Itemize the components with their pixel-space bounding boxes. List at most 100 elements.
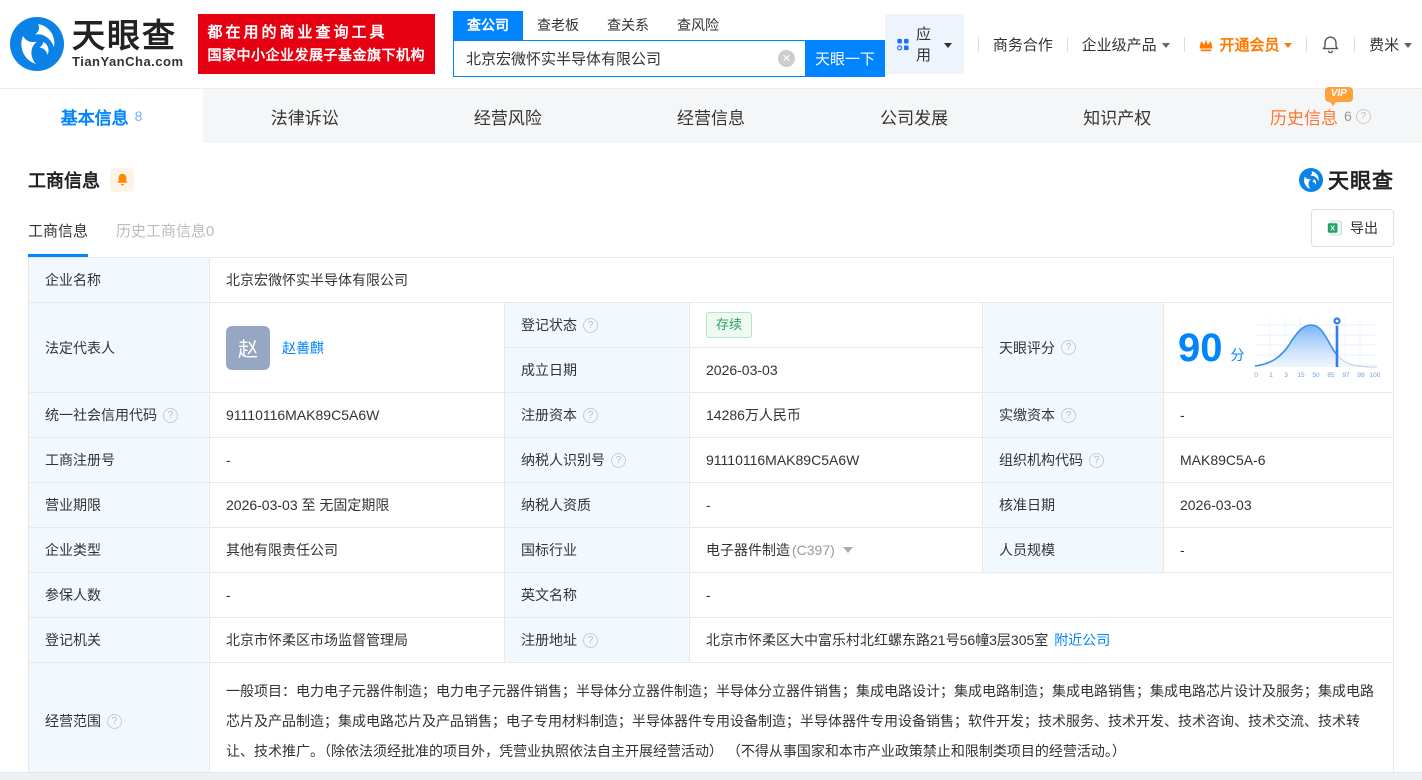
apps-menu-button[interactable]: 应用: [885, 14, 965, 74]
field-value-reg-number: -: [210, 438, 504, 482]
help-icon[interactable]: ?: [1061, 340, 1076, 355]
field-label-insured-count: 参保人数: [29, 573, 209, 617]
avatar[interactable]: 赵: [226, 325, 270, 370]
help-icon[interactable]: ?: [1089, 452, 1104, 468]
legal-rep-link[interactable]: 赵善麒: [282, 338, 324, 358]
vip-crown-icon: [1199, 39, 1213, 51]
field-value-company-name: 北京宏微怀实半导体有限公司: [210, 258, 1393, 302]
search-tab-boss[interactable]: 查老板: [523, 11, 593, 40]
vip-label: 开通会员: [1219, 36, 1280, 54]
industry-code: (C397): [792, 542, 835, 558]
search-button[interactable]: 天眼一下: [805, 40, 886, 77]
field-label-org-code: 组织机构代码 ?: [983, 438, 1163, 482]
subtab-business-info[interactable]: 工商信息: [28, 220, 89, 257]
field-label-paid-capital: 实缴资本 ?: [983, 393, 1163, 437]
tab-history-info[interactable]: VIP 历史信息 6 ?: [1219, 86, 1422, 143]
section-header: 工商信息 天眼查: [0, 143, 1422, 195]
field-value-reg-status: 存续: [690, 303, 982, 347]
reg-capital-label: 注册资本: [521, 407, 577, 423]
help-icon[interactable]: ?: [583, 407, 598, 423]
tianyancha-logo-icon: [10, 17, 64, 71]
field-label-company-type: 企业类型: [29, 528, 209, 572]
export-button[interactable]: X 导出: [1311, 209, 1394, 247]
field-label-english-name: 英文名称: [505, 573, 689, 617]
axis-tick: 0: [1254, 372, 1258, 379]
tab-basic-label: 基本信息: [60, 108, 129, 128]
chevron-down-icon[interactable]: [842, 547, 853, 553]
axis-tick: 3: [1284, 372, 1288, 379]
field-value-reg-authority: 北京市怀柔区市场监督管理局: [210, 618, 504, 662]
field-label-business-scope: 经营范围 ?: [29, 663, 209, 779]
field-value-industry[interactable]: 电子器件制造 (C397): [690, 528, 982, 572]
divider: [1066, 36, 1068, 52]
search-tab-relation[interactable]: 查关系: [593, 11, 663, 40]
help-icon[interactable]: ?: [163, 407, 178, 423]
logo[interactable]: 天眼查 TianYanCha.com: [10, 17, 184, 71]
svg-text:X: X: [1330, 224, 1335, 233]
tab-company-development[interactable]: 公司发展: [813, 89, 1016, 143]
field-label-company-name: 企业名称: [29, 258, 209, 302]
nearby-companies-link[interactable]: 附近公司: [1054, 630, 1110, 650]
chevron-down-icon: [1161, 42, 1170, 48]
clear-search-icon[interactable]: ✕: [778, 50, 796, 67]
field-label-approval-date: 核准日期: [983, 483, 1163, 527]
logo-domain: TianYanCha.com: [72, 54, 184, 69]
score-distribution-chart: 0 1 3 15 50 85 97 99 100: [1254, 315, 1380, 379]
tianyancha-logo-icon: [1299, 168, 1323, 192]
field-label-industry: 国标行业: [505, 528, 689, 572]
field-value-org-code: MAK89C5A-6: [1164, 438, 1393, 482]
tab-legal[interactable]: 法律诉讼: [203, 89, 406, 143]
page: 天眼查 TianYanCha.com 都在用的商业查询工具 国家中小企业发展子基…: [0, 0, 1422, 780]
field-value-reg-capital: 14286万人民币: [690, 393, 982, 437]
tab-basic-count: 8: [134, 108, 143, 124]
field-value-approval-date: 2026-03-03: [1164, 483, 1393, 527]
chevron-down-icon: [1404, 42, 1413, 48]
org-code-label: 组织机构代码: [999, 452, 1083, 468]
search-input[interactable]: [453, 40, 806, 77]
help-icon[interactable]: ?: [583, 317, 598, 333]
subscribe-bell-button[interactable]: [110, 168, 134, 192]
field-label-reg-authority: 登记机关: [29, 618, 209, 662]
notification-bell-button[interactable]: [1321, 35, 1340, 54]
nav-enterprise-products[interactable]: 企业级产品: [1082, 34, 1170, 55]
user-menu[interactable]: 费米: [1369, 34, 1413, 55]
divider: [1354, 36, 1356, 52]
reg-address-text: 北京市怀柔区大中富乐村北红螺东路21号56幢3层305室: [706, 632, 1049, 648]
chevron-down-icon: [1284, 42, 1293, 48]
subtab-history-business-info[interactable]: 历史工商信息0: [116, 220, 214, 257]
nav-open-vip[interactable]: 开通会员: [1198, 34, 1293, 55]
field-value-staff-size: -: [1164, 528, 1393, 572]
vip-badge: VIP: [1324, 86, 1353, 106]
axis-tick: 1: [1269, 372, 1273, 379]
nav-cooperation[interactable]: 商务合作: [993, 34, 1053, 55]
export-label: 导出: [1350, 220, 1378, 236]
field-value-business-scope: 一般项目：电力电子元器件制造；电力电子元器件销售；半导体分立器件制造；半导体分立…: [210, 663, 1393, 779]
business-scope-label: 经营范围: [45, 713, 101, 729]
field-value-reg-address: 北京市怀柔区大中富乐村北红螺东路21号56幢3层305室 附近公司: [690, 618, 1393, 662]
field-value-score[interactable]: 90 分 0 1 3 15 50 85 97 99 100: [1164, 303, 1393, 392]
search-tab-risk[interactable]: 查风险: [663, 11, 733, 40]
field-label-establish-date: 成立日期: [505, 348, 689, 392]
help-icon[interactable]: ?: [1061, 407, 1076, 423]
apps-grid-icon: [897, 38, 909, 50]
tab-basic-info[interactable]: 基本信息 8: [0, 89, 204, 143]
taxpayer-id-label: 纳税人识别号: [521, 452, 605, 468]
field-label-score: 天眼评分 ?: [983, 303, 1163, 392]
tab-operating-info[interactable]: 经营信息: [609, 89, 812, 143]
chevron-down-icon: [944, 42, 953, 48]
field-label-reg-address: 注册地址 ?: [505, 618, 689, 662]
page-bottom-strip: [0, 772, 1422, 780]
field-label-legal-rep: 法定代表人: [29, 303, 209, 392]
axis-tick: 50: [1312, 372, 1320, 379]
header: 天眼查 TianYanCha.com 都在用的商业查询工具 国家中小企业发展子基…: [0, 0, 1422, 88]
tab-operating-risk[interactable]: 经营风险: [406, 89, 609, 143]
help-icon[interactable]: ?: [1355, 108, 1371, 124]
help-icon[interactable]: ?: [583, 632, 598, 648]
tab-history-count: 6: [1344, 108, 1352, 124]
help-icon[interactable]: ?: [107, 713, 122, 729]
field-label-business-term: 营业期限: [29, 483, 209, 527]
tab-intellectual-property[interactable]: 知识产权: [1016, 89, 1219, 143]
watermark-text: 天眼查: [1328, 170, 1394, 193]
help-icon[interactable]: ?: [611, 452, 626, 468]
search-tab-company[interactable]: 查公司: [453, 11, 524, 40]
